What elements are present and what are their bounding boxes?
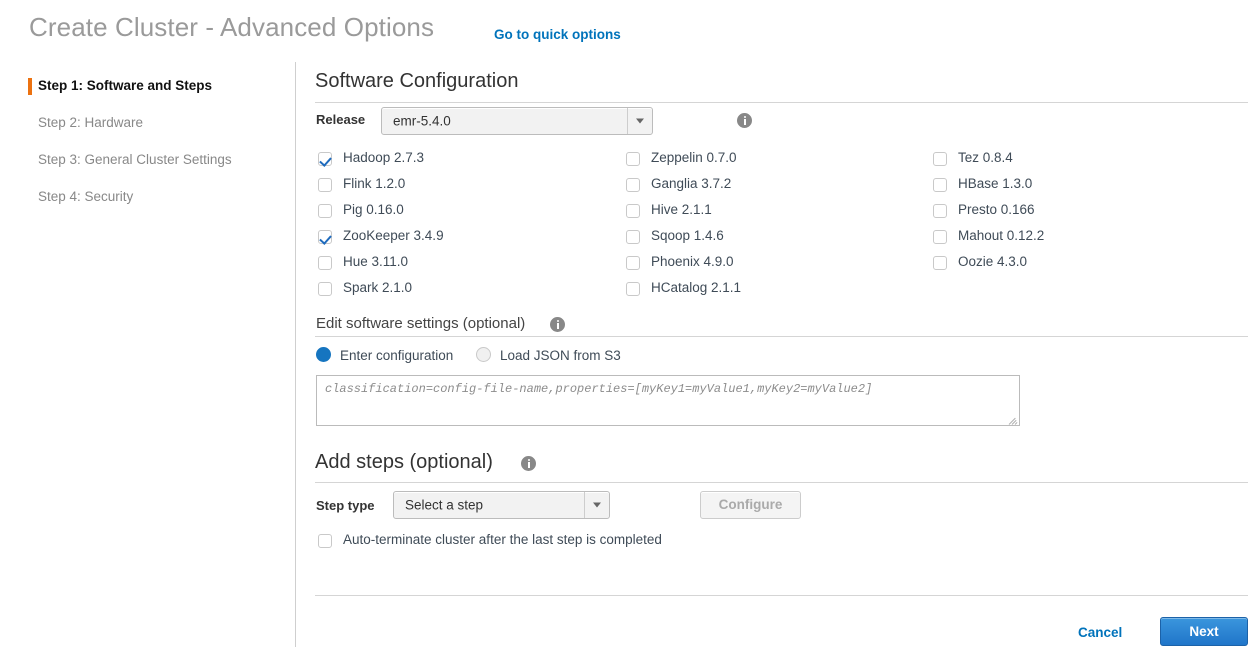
software-configuration-divider: [315, 102, 1248, 103]
next-button[interactable]: Next: [1160, 617, 1248, 646]
checkbox-flink[interactable]: [318, 178, 332, 192]
checkbox-sqoop[interactable]: [626, 230, 640, 244]
checkbox-spark[interactable]: [318, 282, 332, 296]
app-label-hbase[interactable]: HBase 1.3.0: [958, 176, 1032, 191]
edit-software-settings-divider: [315, 336, 1248, 337]
radio-enter-configuration[interactable]: [316, 347, 331, 362]
checkbox-mahout[interactable]: [933, 230, 947, 244]
cancel-button[interactable]: Cancel: [1078, 625, 1122, 640]
active-step-marker: [28, 78, 32, 95]
step-type-select-value: Select a step: [405, 497, 484, 513]
app-label-spark[interactable]: Spark 2.1.0: [343, 280, 412, 295]
edit-software-settings-info-icon[interactable]: [550, 317, 565, 332]
software-settings-textarea[interactable]: [316, 375, 1020, 426]
add-steps-heading: Add steps (optional): [315, 451, 493, 473]
page-header: Create Cluster - Advanced Options Go to …: [0, 0, 1258, 58]
checkbox-ganglia[interactable]: [626, 178, 640, 192]
radio-load-json-from-s3[interactable]: [476, 347, 491, 362]
sidebar-divider: [295, 62, 296, 647]
sidebar-item-step-4[interactable]: Step 4: Security: [38, 189, 133, 204]
app-label-flink[interactable]: Flink 1.2.0: [343, 176, 405, 191]
radio-label-enter-configuration[interactable]: Enter configuration: [340, 348, 453, 363]
checkbox-zookeeper[interactable]: [318, 230, 332, 244]
app-label-zookeeper[interactable]: ZooKeeper 3.4.9: [343, 228, 444, 243]
app-label-tez[interactable]: Tez 0.8.4: [958, 150, 1013, 165]
release-label: Release: [316, 112, 366, 127]
app-label-hive[interactable]: Hive 2.1.1: [651, 202, 712, 217]
checkbox-hadoop[interactable]: [318, 152, 332, 166]
footer-divider: [315, 595, 1248, 596]
configure-button[interactable]: Configure: [700, 491, 801, 519]
radio-label-load-json-from-s3[interactable]: Load JSON from S3: [500, 348, 621, 363]
release-select[interactable]: emr-5.4.0: [381, 107, 653, 135]
checkbox-oozie[interactable]: [933, 256, 947, 270]
app-label-phoenix[interactable]: Phoenix 4.9.0: [651, 254, 734, 269]
sidebar-item-step-1[interactable]: Step 1: Software and Steps: [38, 78, 212, 93]
step-type-select[interactable]: Select a step: [393, 491, 610, 519]
checkbox-pig[interactable]: [318, 204, 332, 218]
app-label-hue[interactable]: Hue 3.11.0: [343, 254, 408, 269]
add-steps-divider: [315, 482, 1248, 483]
checkbox-phoenix[interactable]: [626, 256, 640, 270]
sidebar-item-step-3[interactable]: Step 3: General Cluster Settings: [38, 152, 232, 167]
add-steps-info-icon[interactable]: [521, 456, 536, 471]
create-cluster-advanced-options-page: Create Cluster - Advanced Options Go to …: [0, 0, 1258, 653]
app-label-presto[interactable]: Presto 0.166: [958, 202, 1035, 217]
checkbox-hive[interactable]: [626, 204, 640, 218]
checkbox-presto[interactable]: [933, 204, 947, 218]
app-label-hcatalog[interactable]: HCatalog 2.1.1: [651, 280, 741, 295]
app-label-pig[interactable]: Pig 0.16.0: [343, 202, 404, 217]
checkbox-hue[interactable]: [318, 256, 332, 270]
checkbox-auto-terminate[interactable]: [318, 534, 332, 548]
page-title: Create Cluster - Advanced Options: [29, 12, 435, 42]
checkbox-tez[interactable]: [933, 152, 947, 166]
app-label-ganglia[interactable]: Ganglia 3.7.2: [651, 176, 731, 191]
app-label-mahout[interactable]: Mahout 0.12.2: [958, 228, 1044, 243]
checkbox-hbase[interactable]: [933, 178, 947, 192]
release-info-icon[interactable]: [737, 113, 752, 128]
software-configuration-heading: Software Configuration: [315, 70, 519, 92]
checkbox-hcatalog[interactable]: [626, 282, 640, 296]
app-label-sqoop[interactable]: Sqoop 1.4.6: [651, 228, 724, 243]
chevron-down-icon: [584, 492, 609, 518]
app-label-hadoop[interactable]: Hadoop 2.7.3: [343, 150, 424, 165]
edit-software-settings-heading: Edit software settings (optional): [316, 315, 526, 332]
checkbox-zeppelin[interactable]: [626, 152, 640, 166]
wizard-sidebar: Step 1: Software and Steps Step 2: Hardw…: [0, 62, 295, 647]
app-label-oozie[interactable]: Oozie 4.3.0: [958, 254, 1027, 269]
chevron-down-icon: [627, 108, 652, 134]
auto-terminate-label[interactable]: Auto-terminate cluster after the last st…: [343, 532, 662, 547]
step-type-label: Step type: [316, 498, 375, 513]
release-select-value: emr-5.4.0: [393, 113, 451, 129]
app-label-zeppelin[interactable]: Zeppelin 0.7.0: [651, 150, 737, 165]
sidebar-item-step-2[interactable]: Step 2: Hardware: [38, 115, 143, 130]
go-to-quick-options-link[interactable]: Go to quick options: [494, 27, 621, 42]
